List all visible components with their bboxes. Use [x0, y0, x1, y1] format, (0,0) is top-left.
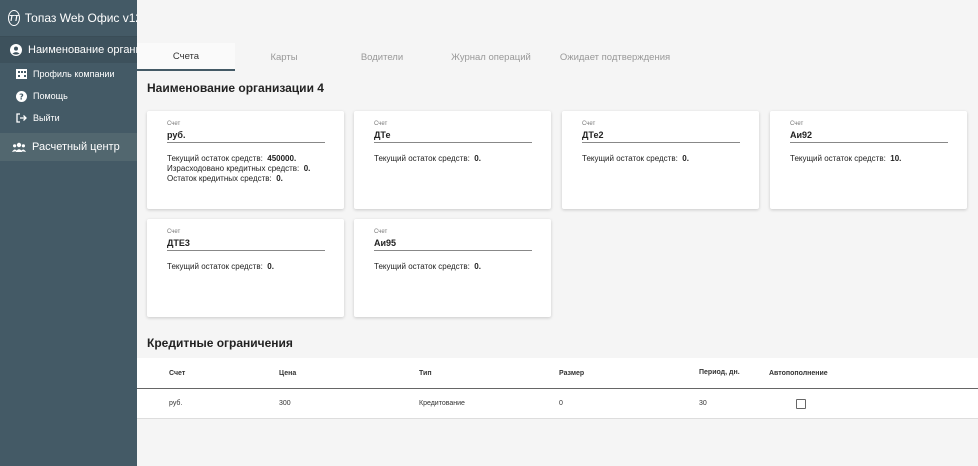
account-label: Счет: [374, 229, 388, 235]
account-label: Счет: [167, 229, 181, 235]
account-info: Текущий остаток средств: 0.: [582, 154, 689, 164]
account-name: Аи92: [790, 130, 948, 143]
sidebar-item-logout[interactable]: Выйти: [0, 107, 137, 129]
account-info: Текущий остаток средств: 0.: [374, 154, 481, 164]
credit-left-value: 0.: [276, 174, 283, 183]
table-row[interactable]: руб. 300 Кредитование 0 30: [137, 389, 978, 419]
credit-limits-title: Кредитные ограничения: [147, 336, 293, 350]
account-info: Текущий остаток средств: 0.: [167, 262, 274, 272]
account-card[interactable]: Счет Аи92 Текущий остаток средств: 10.: [770, 111, 967, 209]
account-label: Счет: [582, 121, 596, 127]
sidebar-item-label: Расчетный центр: [32, 141, 120, 153]
account-card[interactable]: Счет ДТе2 Текущий остаток средств: 0.: [562, 111, 759, 209]
column-header-autorefill[interactable]: Автопополнение: [769, 370, 879, 377]
account-label: Счет: [790, 121, 804, 127]
sidebar-org[interactable]: Наименование организации: [0, 37, 137, 63]
svg-text:?: ?: [19, 92, 24, 101]
account-name: ДТЕ3: [167, 238, 325, 251]
sidebar-item-profile[interactable]: Профиль компании: [0, 63, 137, 85]
sidebar-org-label: Наименование организации: [28, 44, 137, 56]
account-name: Аи95: [374, 238, 532, 251]
logout-icon: [16, 113, 27, 123]
account-card[interactable]: Счет руб. Текущий остаток средств: 45000…: [147, 111, 344, 209]
sidebar-item-label: Помощь: [33, 91, 68, 101]
sidebar-item-label: Выйти: [33, 113, 60, 123]
column-header-period[interactable]: Период, дн.: [699, 369, 769, 377]
account-card[interactable]: Счет ДТЕ3 Текущий остаток средств: 0.: [147, 219, 344, 317]
account-info: Текущий остаток средств: 0.: [374, 262, 481, 272]
balance-value: 450000.: [267, 154, 297, 163]
account-label: Счет: [374, 121, 388, 127]
column-header-type[interactable]: Тип: [419, 370, 559, 377]
cell-period: 30: [699, 399, 707, 407]
credit-limits-table: Счет Цена Тип Размер Период, дн. Автопоп…: [137, 358, 978, 419]
tab-operations-log[interactable]: Журнал операций: [431, 43, 551, 71]
autorefill-checkbox[interactable]: [796, 398, 806, 409]
app-header[interactable]: TT Топаз Web Офис v12: [0, 0, 137, 37]
column-header-size[interactable]: Размер: [559, 370, 699, 377]
balance-value: 0.: [474, 154, 481, 163]
account-name: ДТе2: [582, 130, 740, 143]
cell-account: руб.: [169, 400, 183, 407]
sidebar-item-calc-center[interactable]: Расчетный центр: [0, 133, 137, 161]
balance-label: Текущий остаток средств:: [167, 262, 263, 271]
balance-label: Текущий остаток средств:: [582, 154, 678, 163]
balance-value: 0.: [474, 262, 481, 271]
org-title: Наименование организации 4: [147, 81, 324, 95]
topaz-logo-icon: TT: [8, 10, 20, 26]
column-header-account[interactable]: Счет: [137, 370, 279, 377]
balance-label: Текущий остаток средств:: [374, 262, 470, 271]
balance-label: Текущий остаток средств:: [374, 154, 470, 163]
balance-value: 0.: [682, 154, 689, 163]
account-name: ДТе: [374, 130, 532, 143]
app-title: Топаз Web Офис v12: [24, 11, 137, 25]
cell-size: 0: [559, 400, 563, 407]
account-card[interactable]: Счет ДТе Текущий остаток средств: 0.: [354, 111, 551, 209]
spent-label: Израсходовано кредитных средств:: [167, 164, 300, 173]
table-header: Счет Цена Тип Размер Период, дн. Автопоп…: [137, 358, 978, 389]
help-icon: ?: [16, 90, 27, 102]
balance-label: Текущий остаток средств:: [790, 154, 886, 163]
tab-cards[interactable]: Карты: [235, 43, 333, 71]
account-label: Счет: [167, 121, 181, 127]
sidebar-item-label: Профиль компании: [33, 69, 115, 79]
spent-value: 0.: [303, 164, 311, 173]
account-name: руб.: [167, 130, 325, 143]
account-info: Текущий остаток средств: 450000. Израсхо…: [167, 154, 310, 184]
cell-price: 300: [279, 400, 291, 407]
balance-label: Текущий остаток средств:: [167, 154, 263, 163]
credit-left-label: Остаток кредитных средств:: [167, 174, 272, 183]
cell-type: Кредитование: [419, 400, 465, 407]
column-header-price[interactable]: Цена: [279, 370, 419, 377]
users-icon: [12, 142, 26, 152]
account-info: Текущий остаток средств: 10.: [790, 154, 901, 164]
main-content: Счета Карты Водители Журнал операций Ожи…: [137, 0, 978, 466]
tab-drivers[interactable]: Водители: [333, 43, 431, 71]
building-icon: [16, 69, 27, 79]
balance-value: 10.: [890, 154, 902, 163]
cell-autorefill: [769, 398, 879, 409]
sidebar-item-help[interactable]: ? Помощь: [0, 85, 137, 107]
account-card[interactable]: Счет Аи95 Текущий остаток средств: 0.: [354, 219, 551, 317]
tab-pending-confirmation[interactable]: Ожидает подтверждения: [551, 43, 679, 71]
sidebar: TT Топаз Web Офис v12 Наименование орган…: [0, 0, 137, 466]
tab-accounts[interactable]: Счета: [137, 43, 235, 71]
balance-value: 0.: [267, 262, 274, 271]
tab-bar: Счета Карты Водители Журнал операций Ожи…: [137, 43, 978, 71]
user-circle-icon: [10, 44, 22, 56]
